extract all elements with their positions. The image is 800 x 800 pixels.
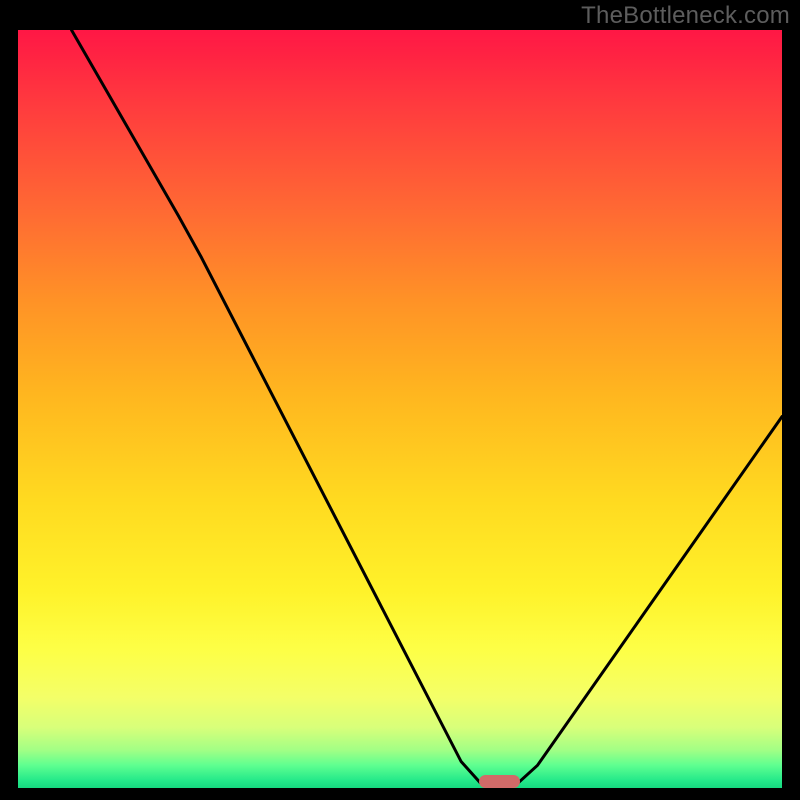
plot-area [18,30,782,788]
bottleneck-curve [18,30,782,788]
optimum-marker [479,775,520,788]
watermark-text: TheBottleneck.com [581,2,790,30]
chart-frame: TheBottleneck.com [0,0,800,800]
